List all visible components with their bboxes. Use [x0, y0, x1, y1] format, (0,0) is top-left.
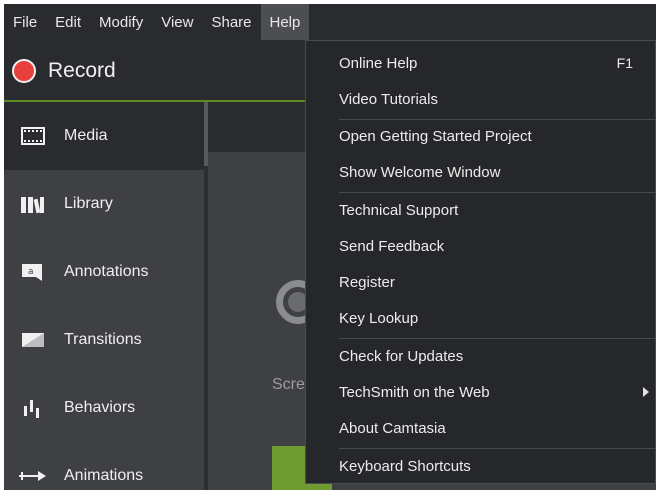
- sidebar-item-animations[interactable]: Animations: [4, 442, 204, 490]
- record-label: Record: [48, 59, 116, 82]
- menu-item-open-getting-started[interactable]: Open Getting Started Project: [306, 118, 655, 154]
- menu-item-label: Online Help: [339, 54, 418, 72]
- menu-item-key-lookup[interactable]: Key Lookup: [306, 300, 655, 336]
- annotation-icon: a: [18, 261, 48, 283]
- help-menu-dropdown: Online Help F1 Video Tutorials Open Gett…: [305, 40, 656, 484]
- film-icon: [18, 125, 48, 147]
- menu-item-label: Keyboard Shortcuts: [339, 457, 471, 475]
- sidebar-item-library[interactable]: Library: [4, 170, 204, 238]
- canvas-partial-text: Scre: [272, 376, 305, 393]
- submenu-arrow-icon: [643, 387, 649, 397]
- menu-item-send-feedback[interactable]: Send Feedback: [306, 228, 655, 264]
- record-dot-icon: [12, 59, 36, 83]
- menu-share[interactable]: Share: [202, 4, 260, 40]
- svg-text:a: a: [28, 267, 34, 277]
- menu-item-label: Open Getting Started Project: [339, 127, 532, 145]
- menu-item-keyboard-shortcuts[interactable]: Keyboard Shortcuts: [306, 448, 655, 484]
- menu-item-online-help[interactable]: Online Help F1: [306, 45, 655, 81]
- menu-item-techsmith-on-web[interactable]: TechSmith on the Web: [306, 374, 655, 410]
- menu-item-label: Technical Support: [339, 201, 459, 219]
- camtasia-window: File Edit Modify View Share Help Record …: [4, 4, 656, 490]
- menu-item-label: Check for Updates: [339, 347, 464, 365]
- sidebar-item-label: Animations: [64, 467, 144, 484]
- menu-item-label: Video Tutorials: [339, 90, 438, 108]
- animation-arrow-icon: [18, 465, 48, 487]
- menu-item-label: About Camtasia: [339, 419, 446, 437]
- sidebar-item-label: Transitions: [64, 331, 142, 348]
- menu-item-about-camtasia[interactable]: About Camtasia: [306, 410, 655, 446]
- menu-modify[interactable]: Modify: [90, 4, 152, 40]
- sidebar: Media Library a Annotations Transitions …: [4, 102, 204, 490]
- behaviors-icon: [18, 397, 48, 419]
- menu-item-register[interactable]: Register: [306, 264, 655, 300]
- menu-file[interactable]: File: [4, 4, 46, 40]
- menu-item-technical-support[interactable]: Technical Support: [306, 192, 655, 228]
- menu-bar: File Edit Modify View Share Help: [4, 4, 656, 40]
- menu-help[interactable]: Help: [260, 4, 310, 40]
- transition-icon: [18, 329, 48, 351]
- sidebar-item-label: Behaviors: [64, 399, 136, 416]
- menu-item-label: Key Lookup: [339, 309, 419, 327]
- menu-item-label: Show Welcome Window: [339, 163, 501, 181]
- menu-item-label: Register: [339, 273, 395, 291]
- sidebar-item-label: Media: [64, 127, 108, 144]
- sidebar-item-transitions[interactable]: Transitions: [4, 306, 204, 374]
- menu-item-show-welcome-window[interactable]: Show Welcome Window: [306, 154, 655, 190]
- menu-view[interactable]: View: [152, 4, 202, 40]
- record-button[interactable]: Record: [4, 40, 306, 102]
- library-icon: [18, 193, 48, 215]
- menu-item-video-tutorials[interactable]: Video Tutorials: [306, 81, 655, 117]
- sidebar-item-behaviors[interactable]: Behaviors: [4, 374, 204, 442]
- sidebar-item-media[interactable]: Media: [4, 102, 204, 170]
- shortcut-label: F1: [616, 55, 633, 71]
- menu-item-label: Send Feedback: [339, 237, 445, 255]
- sidebar-item-label: Library: [64, 195, 113, 212]
- sidebar-item-annotations[interactable]: a Annotations: [4, 238, 204, 306]
- menu-edit[interactable]: Edit: [46, 4, 90, 40]
- menu-item-label: TechSmith on the Web: [339, 383, 490, 401]
- sidebar-item-label: Annotations: [64, 263, 149, 280]
- menu-item-check-for-updates[interactable]: Check for Updates: [306, 338, 655, 374]
